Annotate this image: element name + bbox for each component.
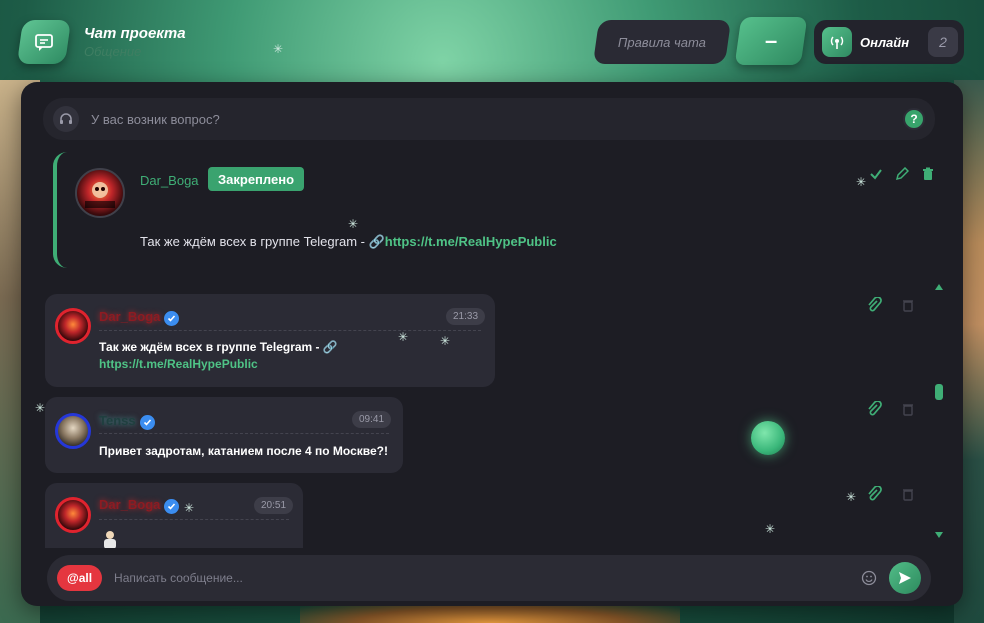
message-author[interactable]: Dar_Boga	[99, 309, 180, 326]
minimize-label: –	[764, 28, 778, 53]
verified-icon	[164, 499, 180, 514]
chat-rules-button[interactable]: Правила чата	[592, 20, 732, 64]
scroll-up-icon[interactable]	[935, 284, 943, 290]
trash-icon[interactable]	[899, 400, 917, 418]
chat-rules-label: Правила чата	[618, 34, 706, 50]
message-input[interactable]	[114, 571, 859, 585]
help-question-icon[interactable]: ?	[903, 108, 925, 130]
send-button[interactable]	[889, 562, 921, 594]
decorative-orb	[751, 421, 785, 455]
message-actions	[865, 296, 917, 314]
scroll-down-icon[interactable]	[935, 532, 943, 538]
avatar[interactable]	[55, 413, 91, 449]
trash-icon[interactable]	[899, 296, 917, 314]
chat-panel: У вас возник вопрос? ? Dar_Boga Закрепле…	[21, 82, 963, 606]
message-author-label: Tenss	[99, 413, 136, 428]
link-icon: 🔗	[368, 234, 385, 249]
message-author[interactable]: Tenss	[99, 413, 155, 430]
minimize-button[interactable]: –	[734, 17, 808, 65]
mention-all-button[interactable]: @all	[57, 565, 103, 591]
scrollbar[interactable]	[932, 278, 946, 544]
title-block: Чат проекта Общение	[84, 25, 186, 59]
pinned-text-body: Так же ждём всех в группе Telegram -	[140, 234, 369, 249]
online-indicator: Онлайн 2	[814, 20, 964, 64]
message-author-label: Dar_Boga	[99, 497, 161, 512]
message-composer: @all	[47, 555, 931, 601]
message-text: Привет задротам, катанием после 4 по Мос…	[99, 444, 388, 458]
chat-logo-icon	[16, 20, 72, 64]
message-text-body: Так же ждём всех в группе Telegram -	[99, 340, 323, 354]
send-icon	[899, 572, 911, 584]
message-author[interactable]: Dar_Boga	[99, 497, 180, 514]
check-icon[interactable]	[867, 165, 885, 183]
message-divider	[99, 330, 481, 331]
message-list[interactable]: Dar_Boga 21:33 Так же ждём всех в группе…	[21, 272, 963, 548]
message-divider	[99, 519, 289, 520]
pinned-link[interactable]: https://t.me/RealHypePublic	[385, 234, 557, 249]
paperclip-icon[interactable]	[865, 485, 883, 503]
message-link[interactable]: https://t.me/RealHypePublic	[99, 357, 258, 371]
scroll-thumb[interactable]	[935, 384, 943, 400]
sticker-image	[99, 529, 121, 548]
page-title: Чат проекта	[84, 25, 186, 42]
message-item: Tenss 09:41 Привет задротам, катанием по…	[45, 397, 403, 473]
message-actions	[865, 485, 917, 503]
pencil-icon[interactable]	[893, 165, 911, 183]
pinned-text: Так же ждём всех в группе Telegram - 🔗ht…	[140, 234, 557, 250]
message-item: Dar_Boga 21:33 Так же ждём всех в группе…	[45, 294, 495, 387]
trash-icon[interactable]	[919, 165, 937, 183]
paperclip-icon[interactable]	[865, 400, 883, 418]
question-text: У вас возник вопрос?	[91, 111, 220, 127]
message-divider	[99, 433, 389, 434]
page-subtitle: Общение	[84, 44, 142, 59]
avatar[interactable]	[55, 497, 91, 533]
paperclip-icon[interactable]	[865, 296, 883, 314]
verified-icon	[164, 311, 180, 326]
headset-icon	[53, 106, 79, 132]
message-time: 21:33	[446, 308, 486, 325]
link-icon: 🔗	[322, 340, 338, 354]
avatar[interactable]	[55, 308, 91, 344]
online-count: 2	[928, 27, 958, 57]
trash-icon[interactable]	[899, 485, 917, 503]
smiley-icon[interactable]	[859, 568, 879, 588]
question-bar[interactable]: У вас возник вопрос? ?	[43, 98, 935, 140]
message-text: Так же ждём всех в группе Telegram - 🔗 h…	[99, 339, 338, 373]
pinned-message: Dar_Boga Закреплено Так же ждём всех в г…	[53, 152, 941, 268]
message-item: Dar_Boga 20:51	[45, 483, 303, 548]
message-author-label: Dar_Boga	[99, 309, 161, 324]
broadcast-icon	[822, 27, 852, 57]
pinned-avatar	[75, 168, 125, 218]
message-time: 09:41	[352, 411, 392, 428]
sparkle-icon: ✳	[273, 42, 284, 56]
verified-icon	[139, 415, 155, 430]
online-label: Онлайн	[860, 34, 910, 50]
pinned-author[interactable]: Dar_Boga	[140, 173, 199, 188]
pinned-badge: Закреплено	[208, 167, 305, 191]
message-actions	[865, 400, 917, 418]
pinned-actions	[867, 165, 937, 183]
message-time: 20:51	[254, 497, 294, 514]
